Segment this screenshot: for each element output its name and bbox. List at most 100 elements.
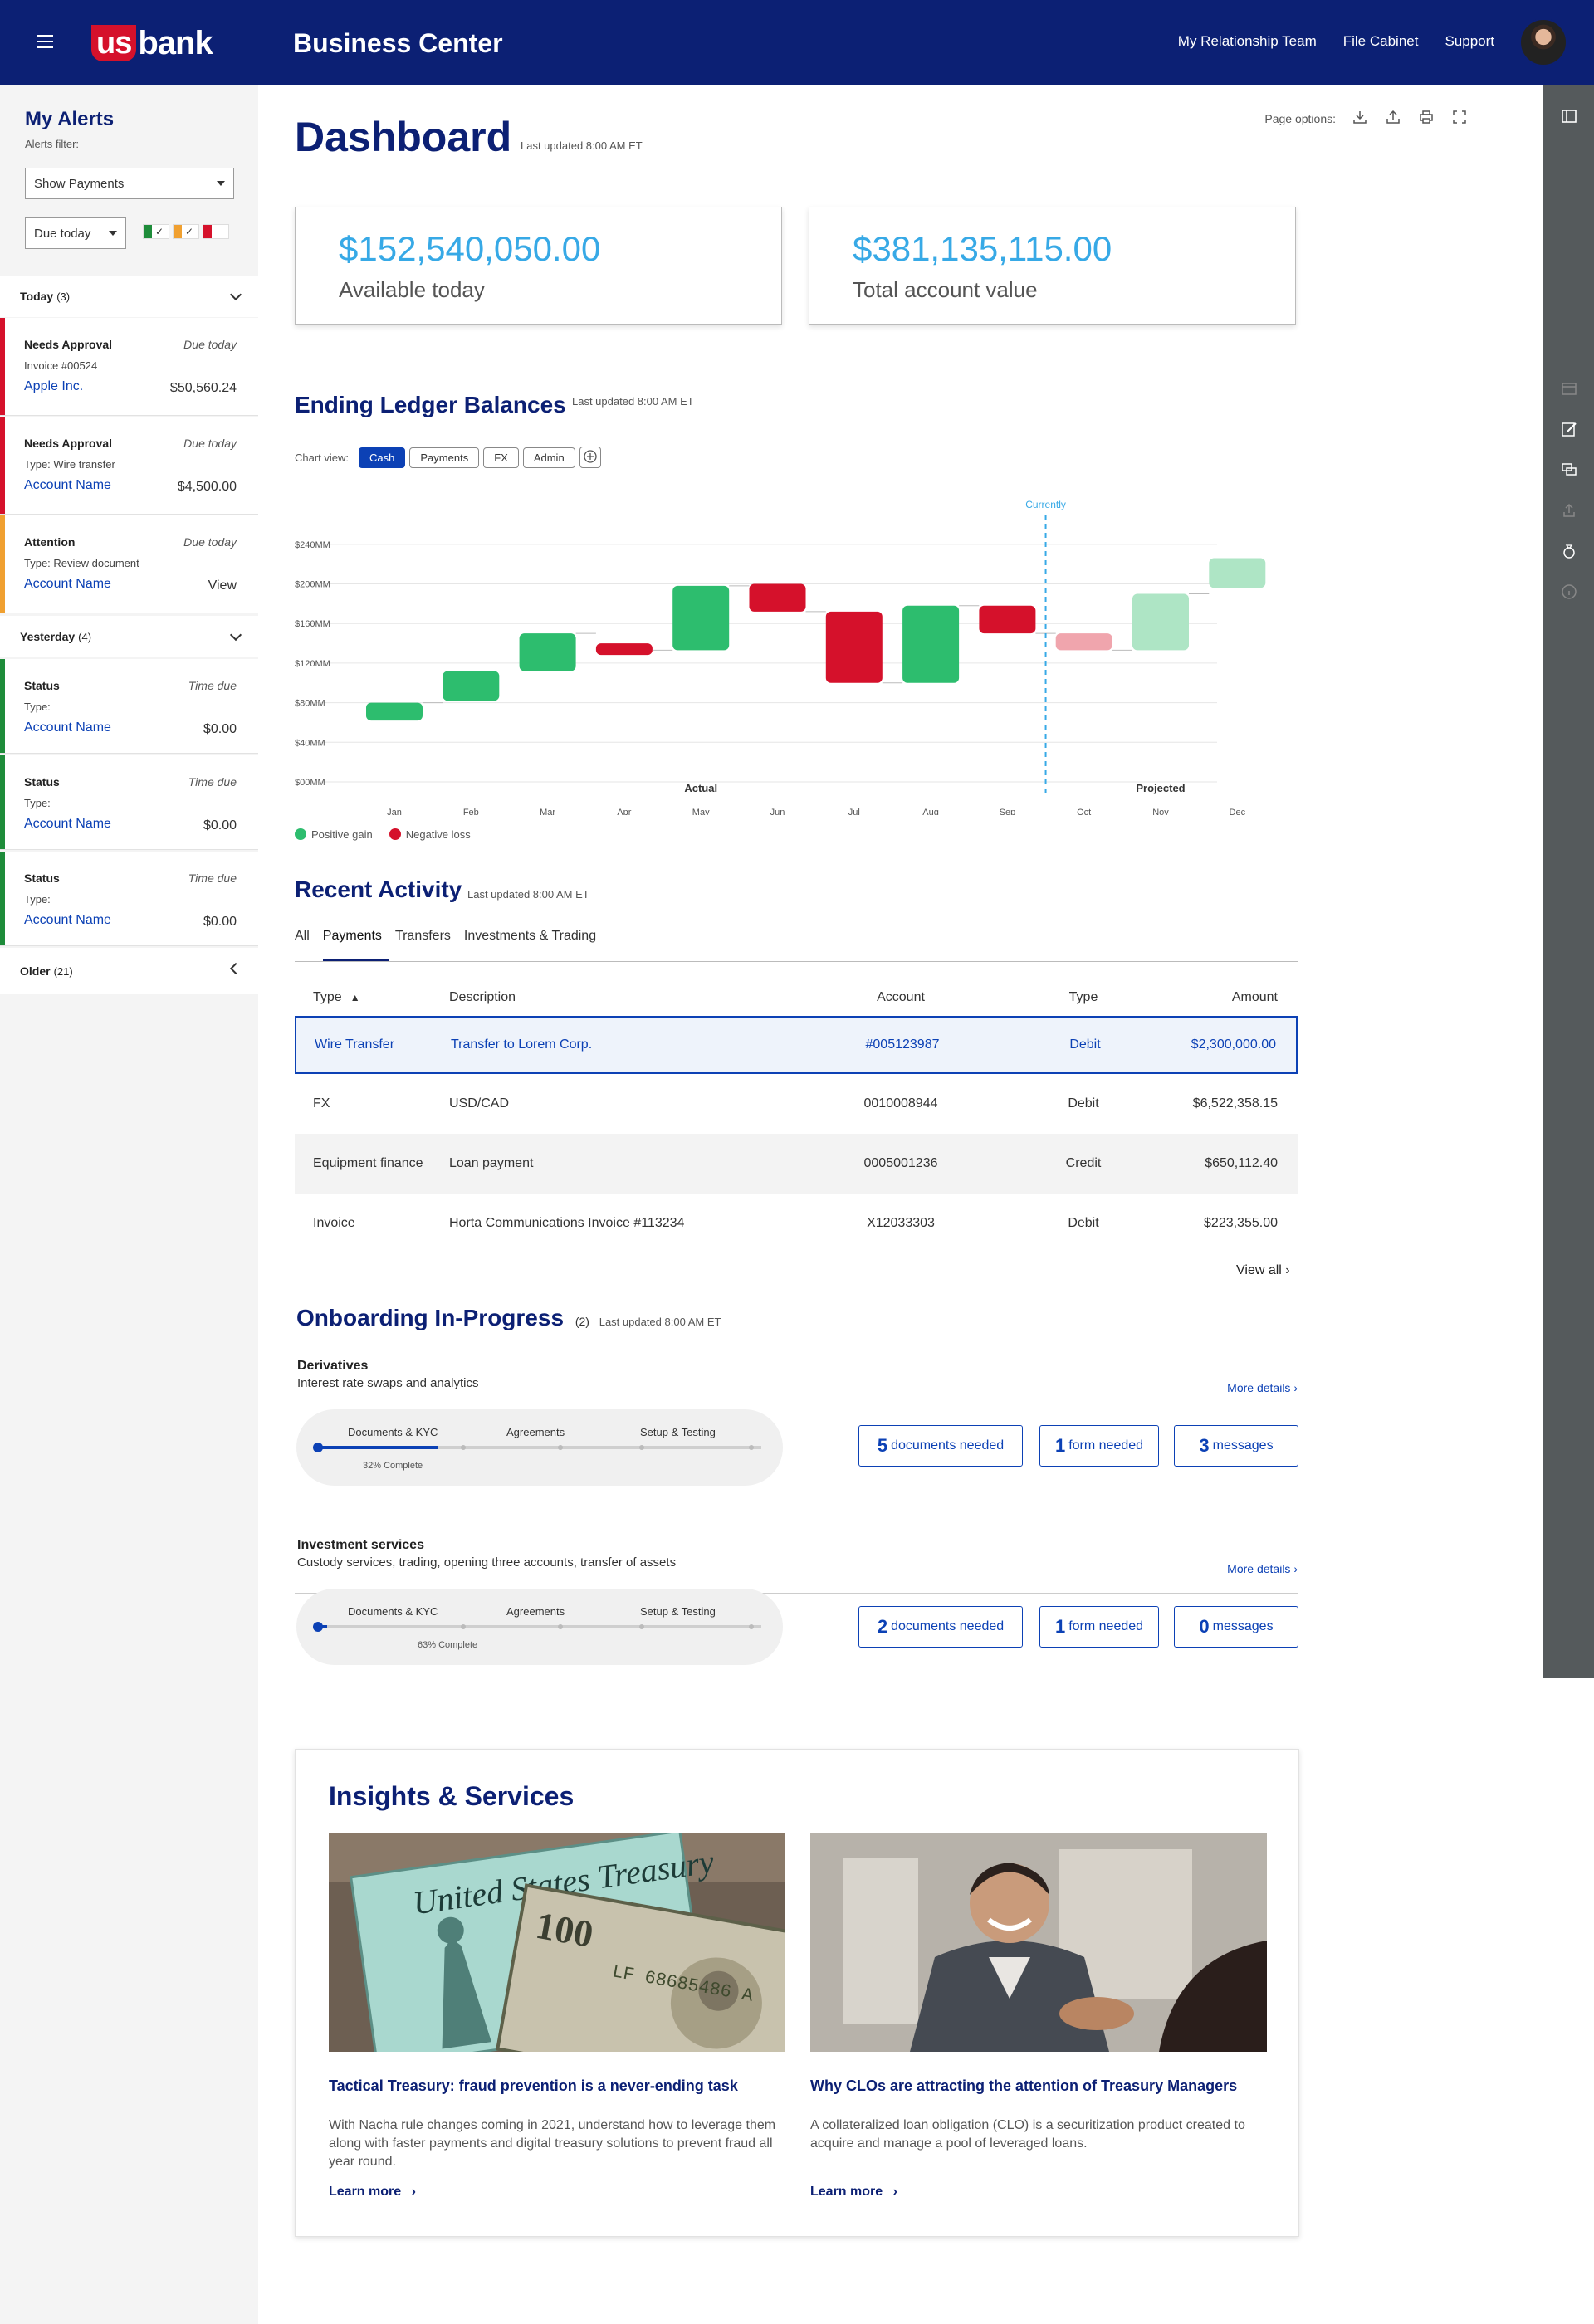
alert-account-link[interactable]: Apple Inc.: [24, 379, 83, 394]
usbank-logo[interactable]: us bank: [91, 25, 213, 61]
chevron-left-icon: [229, 962, 242, 975]
top-nav: My Relationship Team File Cabinet Suppor…: [1178, 33, 1494, 50]
tab-payments[interactable]: Payments: [322, 929, 389, 962]
kpi-label: Available today: [339, 277, 485, 302]
onboarding-item-subtitle: Interest rate swaps and analytics: [297, 1376, 479, 1390]
group-older[interactable]: Older (21): [0, 948, 258, 994]
messages-button[interactable]: 0 messages: [1174, 1606, 1298, 1648]
view-all-link[interactable]: View all ›: [1236, 1263, 1290, 1278]
cell-type: FX: [313, 1096, 330, 1111]
nav-support[interactable]: Support: [1445, 33, 1494, 50]
user-avatar[interactable]: [1519, 18, 1567, 66]
step-dot: [749, 1624, 754, 1629]
article-body: A collateralized loan obligation (CLO) i…: [810, 2118, 1245, 2151]
messages-count: 0: [1199, 1616, 1210, 1637]
tab-all[interactable]: All: [295, 929, 316, 962]
download-icon[interactable]: [1351, 110, 1369, 128]
table-row[interactable]: Invoice Horta Communications Invoice #11…: [295, 1194, 1298, 1253]
info-icon[interactable]: [1560, 583, 1578, 602]
table-row[interactable]: Wire Transfer Transfer to Lorem Corp. #0…: [295, 1016, 1298, 1074]
article-title[interactable]: Tactical Treasury: fraud prevention is a…: [329, 2077, 794, 2095]
view-fx-button[interactable]: FX: [483, 447, 519, 468]
group-yesterday-label: Yesterday: [20, 630, 76, 643]
green-toggle[interactable]: ✓: [143, 224, 169, 239]
waterfall-bar: [979, 605, 1036, 634]
view-payments-button[interactable]: Payments: [409, 447, 480, 468]
alert-account-link[interactable]: Account Name: [24, 913, 111, 928]
more-details-link[interactable]: More details ›: [1227, 1562, 1298, 1575]
panel-toggle-icon[interactable]: [1560, 108, 1578, 126]
dashboard-updated: Last updated 8:00 AM ET: [521, 139, 643, 152]
alert-card[interactable]: Needs Approval Due today Invoice #00524 …: [0, 318, 258, 416]
step-dot: [639, 1445, 644, 1450]
cell-amount: $2,300,000.00: [1191, 1038, 1276, 1052]
orange-toggle[interactable]: ✓: [173, 224, 199, 239]
documents-needed-button[interactable]: 5 documents needed: [858, 1425, 1023, 1467]
group-yesterday[interactable]: Yesterday (4): [0, 616, 258, 657]
tab-investments-trading[interactable]: Investments & Trading: [464, 929, 603, 962]
form-count: 1: [1054, 1435, 1066, 1456]
step-dot: [639, 1624, 644, 1629]
current-marker-label: Currently: [1025, 499, 1066, 510]
alert-view-link[interactable]: View: [208, 579, 237, 593]
alert-account-link[interactable]: Account Name: [24, 577, 111, 592]
kpi-value: $152,540,050.00: [339, 229, 601, 268]
alert-card[interactable]: Status Time due Type: Account Name $0.00: [0, 755, 258, 850]
form-needed-button[interactable]: 1 form needed: [1039, 1425, 1159, 1467]
treasury-check-image[interactable]: United States Treasury 100 LF 68685486 A: [329, 1833, 785, 2052]
alert-amount: $0.00: [203, 818, 237, 832]
view-cash-button[interactable]: Cash: [359, 447, 406, 468]
cell-kind: Debit: [1069, 1038, 1101, 1052]
alert-due: Time due: [188, 679, 237, 692]
main-content: Dashboard Last updated 8:00 AM ET Page o…: [258, 85, 1543, 2324]
share-icon[interactable]: [1384, 110, 1402, 128]
alert-account-link[interactable]: Account Name: [24, 720, 111, 735]
alert-card[interactable]: Needs Approval Due today Type: Wire tran…: [0, 417, 258, 515]
money-bag-icon[interactable]: [1560, 543, 1578, 561]
fullscreen-icon[interactable]: [1450, 110, 1469, 128]
nav-file-cabinet[interactable]: File Cabinet: [1343, 33, 1419, 50]
learn-more-link[interactable]: Learn more ›: [810, 2185, 897, 2200]
alert-card[interactable]: Status Time due Type: Account Name $0.00: [0, 852, 258, 946]
sort-icon[interactable]: ▲: [350, 992, 360, 1003]
alert-account-link[interactable]: Account Name: [24, 817, 111, 832]
table-row[interactable]: Equipment finance Loan payment 000500123…: [295, 1134, 1298, 1194]
alert-card[interactable]: Status Time due Type: Account Name $0.00: [0, 659, 258, 754]
nav-relationship-team[interactable]: My Relationship Team: [1178, 33, 1317, 50]
learn-more-link[interactable]: Learn more ›: [329, 2185, 416, 2200]
view-admin-button[interactable]: Admin: [522, 447, 575, 468]
x-tick-label: May: [692, 808, 710, 815]
edit-icon[interactable]: [1560, 421, 1578, 439]
alerts-filter-select[interactable]: Show Payments: [25, 168, 234, 199]
alert-account-link[interactable]: Account Name: [24, 478, 111, 493]
due-filter-select[interactable]: Due today: [25, 217, 126, 249]
documents-count: 5: [877, 1435, 888, 1456]
more-details-label: More details: [1227, 1562, 1291, 1575]
print-icon[interactable]: [1417, 110, 1435, 128]
group-today-label: Today: [20, 290, 54, 303]
handshake-image[interactable]: [810, 1833, 1267, 2052]
learn-more-label: Learn more: [810, 2185, 883, 2199]
legend-positive-label: Positive gain: [311, 828, 373, 841]
col-type[interactable]: Type ▲: [313, 990, 360, 1005]
add-view-icon[interactable]: [579, 447, 601, 468]
priority-bar: [0, 659, 5, 753]
menu-icon[interactable]: [37, 35, 53, 48]
legend-negative-label: Negative loss: [405, 828, 471, 841]
table-row[interactable]: FX USD/CAD 0010008944 Debit $6,522,358.1…: [295, 1074, 1298, 1134]
upload-icon[interactable]: [1560, 502, 1578, 520]
x-tick-label: Jul: [848, 808, 860, 815]
more-details-link[interactable]: More details ›: [1227, 1381, 1298, 1394]
article-title[interactable]: Why CLOs are attracting the attention of…: [810, 2077, 1275, 2095]
calendar-icon[interactable]: [1560, 380, 1578, 398]
onboarding-item-title: Investment services: [297, 1538, 424, 1552]
tab-transfers[interactable]: Transfers: [395, 929, 457, 962]
red-toggle[interactable]: [203, 224, 229, 239]
group-today[interactable]: Today (3): [0, 276, 258, 317]
messages-button[interactable]: 3 messages: [1174, 1425, 1298, 1467]
onboarding-title: Onboarding In-Progress (2) Last updated …: [296, 1305, 721, 1331]
chat-icon[interactable]: [1560, 461, 1578, 480]
documents-needed-button[interactable]: 2 documents needed: [858, 1606, 1023, 1648]
alert-card[interactable]: Attention Due today Type: Review documen…: [0, 515, 258, 613]
form-needed-button[interactable]: 1 form needed: [1039, 1606, 1159, 1648]
